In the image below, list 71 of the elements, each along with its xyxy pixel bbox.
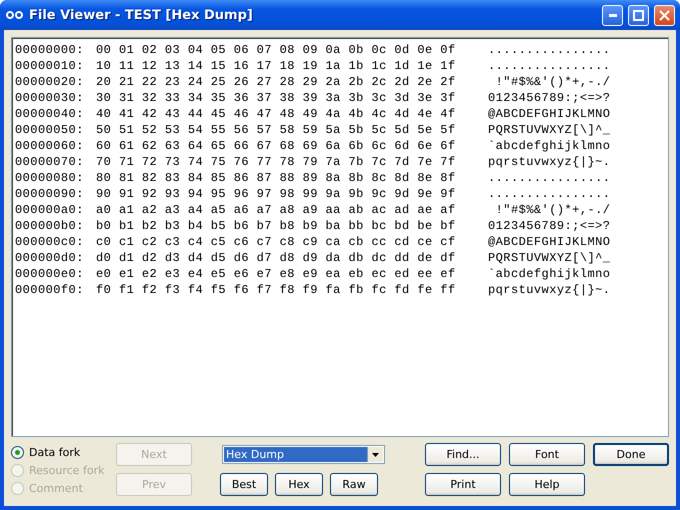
offset-text: 00000050: [15,123,85,137]
ascii-text: ................ [488,43,610,57]
radio-label: Resource fork [29,464,104,476]
maximize-icon [633,10,644,20]
view-select[interactable]: Hex Dump [222,445,385,464]
offset-text: 00000030: [15,91,85,105]
ascii-text: @ABCDEFGHIJKLMNO [488,235,610,249]
offset-text: 00000090: [15,187,85,201]
offset-text: 000000a0: [15,203,85,217]
offset-text: 00000080: [15,171,85,185]
hex-bytes-text: e0 e1 e2 e3 e4 e5 e6 e7 e8 e9 ea eb ec ed ee ef [96,267,457,281]
hex-bytes-text: 30 31 32 33 34 35 36 37 38 39 3a 3b 3c 3d 3e 3f [96,91,457,105]
minimize-icon [608,14,616,16]
hex-bytes-text: 90 91 92 93 94 95 96 97 98 99 9a 9b 9c 9d 9e 9f [96,187,457,201]
offset-text: 000000c0: [15,235,85,249]
ascii-text: PQRSTUVWXYZ[\]^_ [488,251,610,265]
ascii-text: 0123456789:;<=>? [488,91,610,105]
offset-text: 000000f0: [15,283,85,297]
ascii-text: 0123456789:;<=>? [488,219,610,233]
close-icon [659,10,670,20]
ascii-text: pqrstuvwxyz{|}~. [488,155,610,169]
ascii-text: @ABCDEFGHIJKLMNO [488,107,610,121]
fork-radio[interactable]: Data fork [11,445,116,459]
ascii-text: ................ [488,59,610,73]
hex-bytes-text: a0 a1 a2 a3 a4 a5 a6 a7 a8 a9 aa ab ac ad ae af [96,203,457,217]
offset-text: 000000d0: [15,251,85,265]
mode-button[interactable]: Raw [330,473,378,496]
ascii-text: !"#$%&'()*+,-./ [494,75,610,89]
offset-text: 00000000: [15,43,85,57]
close-button[interactable] [654,4,675,26]
hex-bytes-text: 00 01 02 03 04 05 06 07 08 09 0a 0b 0c 0d 0e 0f [96,43,457,57]
app-icon [6,10,24,20]
action-button[interactable]: Done [593,443,669,466]
hex-bytes-text: b0 b1 b2 b3 b4 b5 b6 b7 b8 b9 ba bb bc bd be bf [96,219,457,233]
offset-text: 00000010: [15,59,85,73]
hex-bytes-text: 50 51 52 53 54 55 56 57 58 59 5a 5b 5c 5d 5e 5f [96,123,457,137]
ascii-text: !"#$%&'()*+,-./ [494,203,610,217]
hex-bytes-text: 70 71 72 73 74 75 76 77 78 79 7a 7b 7c 7d 7e 7f [96,155,457,169]
ascii-text: PQRSTUVWXYZ[\]^_ [488,123,610,137]
ascii-text: ................ [488,187,610,201]
dropdown-arrow-icon [372,452,379,456]
hex-bytes-text: d0 d1 d2 d3 d4 d5 d6 d7 d8 d9 da db dc dd de df [96,251,457,265]
offset-text: 000000e0: [15,267,85,281]
radio-icon[interactable] [11,446,24,458]
offset-text: 00000020: [15,75,85,89]
action-button[interactable]: Print [425,473,501,496]
mode-button[interactable]: Best [220,473,268,496]
mode-button[interactable]: Hex [275,473,323,496]
ascii-text: pqrstuvwxyz{|}~. [488,283,610,297]
hex-bytes-text: 80 81 82 83 84 85 86 87 88 89 8a 8b 8c 8d 8e 8f [96,171,457,185]
radio-label: Data fork [29,446,80,458]
ascii-text: ................ [488,171,610,185]
offset-text: 00000070: [15,155,85,169]
hex-bytes-text: 40 41 42 43 44 45 46 47 48 49 4a 4b 4c 4d 4e 4f [96,107,457,121]
action-button[interactable]: Find... [425,443,501,466]
maximize-button[interactable] [628,4,649,26]
hex-bytes-text: 20 21 22 23 24 25 26 27 28 29 2a 2b 2c 2d 2e 2f [96,75,457,89]
hex-bytes-text: 10 11 12 13 14 15 16 17 18 19 1a 1b 1c 1d 1e 1f [96,59,457,73]
ascii-text: `abcdefghijklmno [488,139,610,153]
action-button[interactable]: Help [509,473,585,496]
minimize-button[interactable] [602,4,623,26]
action-button[interactable]: Font [509,443,585,466]
offset-text: 00000060: [15,139,85,153]
radio-label: Comment [29,482,83,494]
hex-bytes-text: c0 c1 c2 c3 c4 c5 c6 c7 c8 c9 ca cb cc cd ce cf [96,235,457,249]
hex-bytes-text: 60 61 62 63 64 65 66 67 68 69 6a 6b 6c 6d 6e 6f [96,139,457,153]
ascii-text: `abcdefghijklmno [488,267,610,281]
window-title: File Viewer - TEST [Hex Dump] [29,8,254,22]
offset-text: 000000b0: [15,219,85,233]
hex-bytes-text: f0 f1 f2 f3 f4 f5 f6 f7 f8 f9 fa fb fc fd fe ff [96,283,457,297]
offset-text: 00000040: [15,107,85,121]
